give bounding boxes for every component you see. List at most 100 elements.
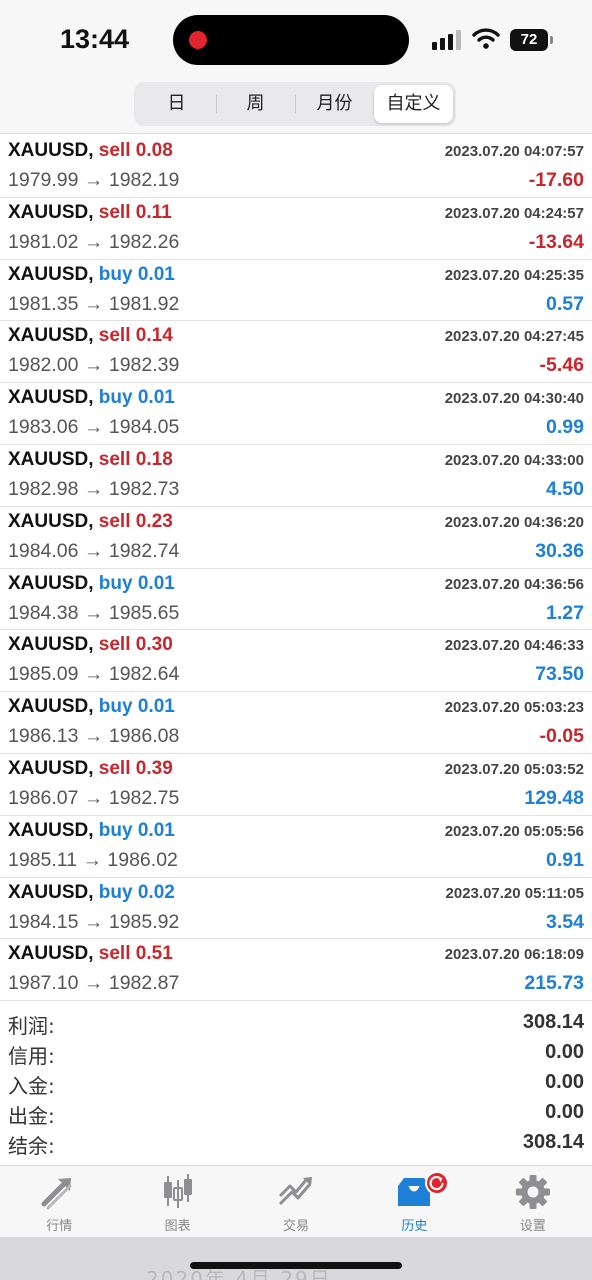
summary-label: 出金: [8, 1104, 55, 1128]
trade-time: 2023.07.20 05:03:52 [444, 760, 584, 778]
trade-symbol-line: XAUUSD, sell 0.14 [8, 325, 173, 347]
open-price: 1981.02 [8, 230, 79, 253]
trade-prices: 1983.06 → 1984.05 [8, 416, 179, 439]
trade-side: sell [98, 448, 131, 470]
trade-side: buy [98, 263, 133, 285]
trade-symbol-line: XAUUSD, buy 0.01 [8, 387, 175, 409]
close-price: 1985.92 [108, 910, 180, 933]
trade-row[interactable]: XAUUSD, sell 0.11 2023.07.20 04:24:57 1981… [0, 198, 592, 260]
arrow-right-icon: → [83, 292, 104, 315]
trade-side: sell [98, 943, 131, 965]
trade-volume: 0.14 [135, 325, 173, 347]
trade-side: sell [98, 510, 131, 532]
home-indicator[interactable] [190, 1262, 402, 1269]
trade-volume: 0.01 [137, 263, 175, 285]
trade-row[interactable]: XAUUSD, buy 0.02 2023.07.20 05:11:05 1984.… [0, 878, 592, 940]
open-price: 1985.09 [8, 663, 79, 686]
arrow-right-icon: → [83, 230, 104, 253]
trade-symbol-line: XAUUSD, sell 0.18 [8, 449, 173, 471]
close-price: 1985.65 [108, 601, 180, 624]
trade-side: buy [98, 387, 133, 409]
trade-side: buy [98, 572, 133, 594]
arrow-right-icon: → [83, 601, 104, 624]
close-price: 1982.87 [108, 972, 180, 995]
trade-row[interactable]: XAUUSD, buy 0.01 2023.07.20 05:05:56 1985.… [0, 816, 592, 878]
trade-time: 2023.07.20 04:24:57 [444, 204, 584, 222]
trade-row[interactable]: XAUUSD, sell 0.23 2023.07.20 04:36:20 1984… [0, 507, 592, 569]
trade-row[interactable]: XAUUSD, buy 0.01 2023.07.20 04:30:40 1983.… [0, 383, 592, 445]
summary-row: 信用: 0.00 [0, 1040, 592, 1070]
trade-symbol-line: XAUUSD, buy 0.01 [8, 820, 175, 842]
tab-trade[interactable]: 交易 [237, 1166, 355, 1237]
arrow-right-icon: → [83, 539, 104, 562]
trade-profit: 3.54 [546, 910, 584, 933]
tab-settings[interactable]: 设置 [474, 1166, 592, 1237]
trade-volume: 0.18 [135, 448, 173, 470]
trade-volume: 0.01 [137, 696, 175, 718]
trade-symbol: XAUUSD, [8, 263, 94, 285]
trade-row[interactable]: XAUUSD, buy 0.01 2023.07.20 04:25:35 1981.… [0, 260, 592, 322]
background-date-picker: 2020年 4月 29日 [0, 1237, 592, 1280]
trade-volume: 0.01 [137, 387, 175, 409]
tab-quotes[interactable]: 行情 [0, 1166, 118, 1237]
trade-time: 2023.07.20 04:46:33 [444, 637, 584, 655]
summary-value: 308.14 [522, 1131, 584, 1153]
segment-custom[interactable]: 自定义 [374, 85, 453, 123]
trade-side: sell [98, 757, 131, 779]
status-time: 13:44 [60, 24, 130, 54]
summary-value: 0.00 [545, 1101, 584, 1123]
trade-volume: 0.39 [135, 757, 173, 779]
arrow-right-icon: → [82, 848, 102, 871]
trade-row[interactable]: XAUUSD, sell 0.14 2023.07.20 04:27:45 1982… [0, 321, 592, 384]
close-price: 1986.02 [107, 848, 178, 871]
trade-time: 2023.07.20 05:05:56 [444, 822, 584, 840]
trade-volume: 0.08 [135, 140, 173, 161]
trade-time: 2023.07.20 05:03:23 [444, 699, 584, 717]
open-price: 1979.99 [8, 169, 79, 191]
trade-side: buy [98, 819, 133, 841]
trade-row[interactable]: XAUUSD, sell 0.18 2023.07.20 04:33:00 1982… [0, 445, 592, 507]
open-price: 1984.06 [8, 539, 79, 562]
close-price: 1986.08 [108, 725, 180, 748]
trade-row[interactable]: XAUUSD, sell 0.51 2023.07.20 06:18:09 1987… [0, 939, 592, 1002]
segment-day[interactable]: 日 [137, 85, 216, 123]
trade-side: buy [98, 881, 133, 903]
trade-row[interactable]: XAUUSD, sell 0.39 2023.07.20 05:03:52 1986… [0, 754, 592, 816]
trade-symbol-line: XAUUSD, buy 0.01 [8, 264, 175, 286]
trade-symbol: XAUUSD, [8, 201, 94, 223]
close-price: 1984.05 [108, 416, 180, 439]
arrow-right-icon: → [83, 477, 104, 500]
close-price: 1982.73 [108, 477, 180, 500]
open-price: 1983.06 [8, 416, 79, 439]
trade-row[interactable]: XAUUSD, sell 0.30 2023.07.20 04:46:33 1985… [0, 630, 592, 693]
trade-symbol: XAUUSD, [8, 448, 94, 470]
arrow-right-icon: → [83, 725, 104, 748]
segment-week[interactable]: 周 [216, 85, 295, 123]
trade-prices: 1982.00 → 1982.39 [8, 354, 179, 377]
trade-symbol: XAUUSD, [8, 943, 94, 965]
summary-value: 0.00 [545, 1041, 584, 1063]
trade-prices: 1981.35 → 1981.92 [8, 293, 179, 316]
close-price: 1982.64 [108, 663, 180, 686]
trade-row[interactable]: XAUUSD, sell 0.08 2023.07.20 04:07:57 1979… [0, 136, 592, 198]
trade-symbol: XAUUSD, [8, 510, 94, 532]
trade-row[interactable]: XAUUSD, buy 0.01 2023.07.20 04:36:56 1984.… [0, 569, 592, 631]
status-bar: 13:44 72 [0, 0, 592, 80]
tab-history[interactable]: 历史 [355, 1166, 473, 1237]
arrow-right-icon: → [83, 910, 104, 933]
tab-chart[interactable]: 图表 [118, 1166, 236, 1237]
trade-time: 2023.07.20 04:27:45 [444, 328, 584, 346]
account-summary: 利润: 308.14 信用: 0.00 入金: 0.00 出金: 0.00 结余: 308.14 [0, 1010, 592, 1160]
trade-symbol: XAUUSD, [8, 881, 94, 903]
trade-volume: 0.51 [135, 943, 173, 965]
trade-prices: 1981.02 → 1982.26 [8, 231, 179, 254]
trade-symbol-line: XAUUSD, sell 0.11 [8, 202, 172, 224]
trade-prices: 1986.13 → 1986.08 [8, 725, 179, 748]
summary-label: 利润: [8, 1014, 55, 1038]
quotes-icon [41, 1178, 72, 1210]
segment-month[interactable]: 月份 [295, 85, 374, 123]
trade-prices: 1985.11 → 1986.02 [8, 849, 178, 872]
trade-symbol: XAUUSD, [8, 634, 94, 656]
trade-side: sell [98, 201, 131, 223]
trade-row[interactable]: XAUUSD, buy 0.01 2023.07.20 05:03:23 1986.… [0, 692, 592, 754]
